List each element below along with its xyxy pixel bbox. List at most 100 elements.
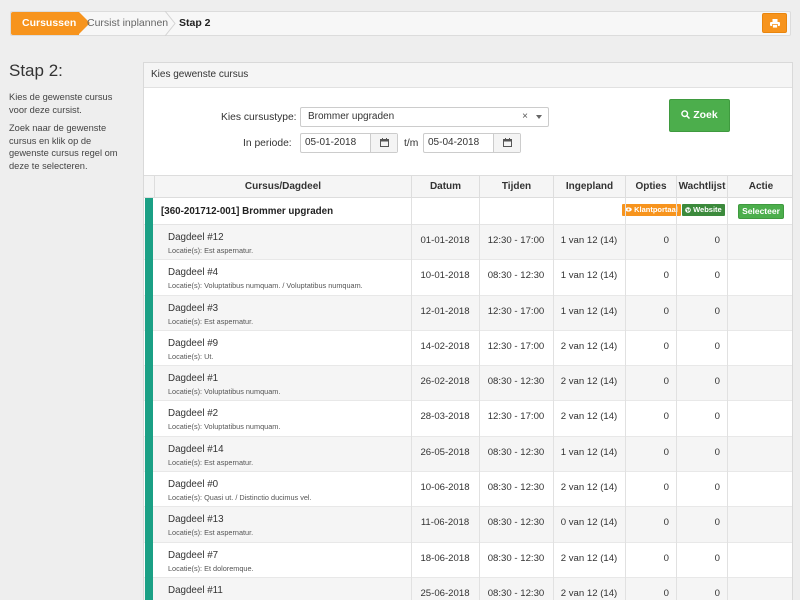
cell-date: 25-06-2018 — [420, 587, 470, 599]
cell-time: 12:30 - 17:00 — [487, 235, 545, 246]
header-ingepland: Ingepland — [553, 176, 625, 197]
breadcrumb: Cursussen Cursist inplannen Stap 2 — [10, 11, 791, 36]
panel-title: Kies gewenste cursus — [144, 63, 792, 88]
column-divider — [727, 198, 728, 600]
course-row[interactable]: [360-201712-001] Brommer upgraden Klantp… — [144, 198, 792, 225]
cell-time: 08:30 - 12:30 — [487, 517, 545, 529]
dagdeel-name: Dagdeel #0 — [168, 479, 219, 491]
dagdeel-name: Dagdeel #9 — [168, 337, 219, 349]
table-row[interactable]: Dagdeel #12 Locatie(s): Est aspernatur. 0 1… — [144, 225, 792, 261]
select-course-button[interactable]: Selecteer — [738, 204, 784, 219]
cell-time: 08:30 - 12:30 — [487, 270, 545, 282]
cell-planned: 2 van 12 (14) — [560, 587, 618, 599]
column-divider — [411, 198, 412, 600]
cell-date: 26-02-2018 — [420, 376, 470, 388]
cell-date: 14-02-2018 — [420, 340, 470, 352]
breadcrumb-cursussen[interactable]: Cursussen — [11, 12, 90, 35]
cell-planned: 2 van 12 (14) — [560, 552, 618, 564]
table-row[interactable]: Dagdeel #3 Locatie(s): Est aspernatur. 12-… — [144, 295, 792, 331]
calendar-icon — [503, 138, 512, 147]
dagdeel-location: Locatie(s): Est aspernatur. — [168, 316, 254, 326]
course-title: [360-201712-001] Brommer upgraden — [161, 206, 334, 217]
dagdeel-location: Locatie(s): Est aspernatur. — [168, 457, 254, 467]
clear-icon[interactable]: × — [522, 108, 528, 126]
dagdeel-location: Locatie(s): Quasi ut. / Distinctio ducim… — [168, 493, 312, 503]
cell-time: 08:30 - 12:30 — [487, 587, 545, 599]
cell-time: 08:30 - 12:30 — [487, 482, 545, 494]
calendar-icon — [380, 138, 389, 147]
cell-planned: 2 van 12 (14) — [560, 411, 618, 423]
table-row[interactable]: Dagdeel #9 Locatie(s): Ut. 14-02-2018 12:30… — [144, 330, 792, 367]
period-between-label: t/m — [404, 138, 419, 149]
cell-options: 0 — [663, 446, 669, 458]
cell-time: 08:30 - 12:30 — [487, 376, 545, 388]
cell-options: 0 — [663, 235, 669, 246]
search-button-label: Zoek — [693, 109, 718, 121]
breadcrumb-stap-2: Stap 2 — [179, 17, 211, 29]
header-actie: Actie — [727, 176, 794, 197]
cell-planned: 0 van 12 (14) — [560, 517, 618, 529]
globe-icon — [685, 206, 691, 213]
table-header: Cursus/Dagdeel Datum Tijden Ingepland Op… — [144, 176, 792, 198]
course-type-value: Brommer upgraden — [308, 111, 395, 122]
dagdeel-location: Locatie(s): Est aspernatur. — [168, 246, 254, 255]
period-label: In periode: — [243, 138, 292, 149]
breadcrumb-separator-icon — [164, 11, 176, 36]
badge-website: Website — [682, 204, 725, 216]
table-row[interactable]: Dagdeel #14 Locatie(s): Est aspernatur. 26… — [144, 436, 792, 473]
table-row[interactable]: Dagdeel #13 Locatie(s): Est aspernatur. 11… — [144, 507, 792, 543]
cell-options: 0 — [663, 305, 669, 317]
table-row[interactable]: Dagdeel #4 Locatie(s): Voluptatibus numqu… — [144, 260, 792, 296]
dagdeel-name: Dagdeel #4 — [168, 267, 219, 279]
badge-website-label: Website — [693, 205, 722, 214]
cell-planned: 1 van 12 (14) — [560, 446, 618, 458]
table-row[interactable]: Dagdeel #2 Locatie(s): Voluptatibus numqu… — [144, 401, 792, 437]
cell-options: 0 — [663, 552, 669, 564]
to-date-calendar-button[interactable] — [493, 134, 520, 152]
cell-options: 0 — [663, 340, 669, 352]
dagdeel-name: Dagdeel #12 — [168, 232, 224, 243]
cell-time: 08:30 - 12:30 — [487, 446, 545, 458]
cell-planned: 1 van 12 (14) — [560, 235, 618, 246]
eye-icon — [625, 207, 632, 212]
table-row[interactable]: Dagdeel #1 Locatie(s): Voluptatibus numqu… — [144, 366, 792, 402]
help-text-choose: Kies de gewenste cursus voor deze cursis… — [9, 92, 113, 115]
cell-waitlist: 0 — [714, 517, 720, 529]
badge-klantportaal: Klantportaal — [622, 204, 681, 216]
dagdeel-location: Locatie(s): Et doloremque. — [168, 563, 254, 573]
to-date-value: 05-04-2018 — [428, 137, 480, 148]
dagdeel-name: Dagdeel #2 — [168, 408, 219, 420]
cell-time: 12:30 - 17:00 — [487, 340, 545, 352]
chevron-down-icon[interactable] — [536, 115, 542, 119]
cell-waitlist: 0 — [714, 270, 720, 282]
cell-options: 0 — [663, 517, 669, 529]
column-divider — [676, 198, 677, 600]
print-button[interactable] — [762, 13, 787, 33]
table-row[interactable]: Dagdeel #7 Locatie(s): Et doloremque. 18-0… — [144, 542, 792, 578]
breadcrumb-cursist-inplannen[interactable]: Cursist inplannen — [87, 12, 168, 35]
dagdeel-name: Dagdeel #13 — [168, 514, 224, 526]
cell-waitlist: 0 — [714, 376, 720, 388]
dagdeel-list: Dagdeel #12 Locatie(s): Est aspernatur. 0 1… — [144, 225, 792, 600]
column-divider — [625, 198, 626, 600]
cell-time: 08:30 - 12:30 — [487, 552, 545, 564]
table-row[interactable]: Dagdeel #0 Locatie(s): Quasi ut. / Distin… — [144, 472, 792, 508]
cell-options: 0 — [663, 270, 669, 282]
cell-date: 10-06-2018 — [420, 482, 470, 494]
from-date-field[interactable]: 05-01-2018 — [300, 133, 398, 153]
to-date-field[interactable]: 05-04-2018 — [423, 133, 521, 153]
dagdeel-name: Dagdeel #3 — [168, 302, 219, 314]
dagdeel-name: Dagdeel #11 — [168, 584, 223, 596]
dagdeel-location: Locatie(s): Voluptatibus numquam. / Volu… — [168, 281, 363, 291]
search-icon — [681, 110, 691, 120]
cell-options: 0 — [663, 376, 669, 388]
from-date-calendar-button[interactable] — [370, 134, 397, 152]
column-divider — [479, 198, 480, 600]
print-icon — [770, 19, 780, 28]
cell-waitlist: 0 — [714, 235, 720, 246]
table-row[interactable]: Dagdeel #11Locatie(s): Distinctio ducimu… — [144, 577, 792, 600]
cell-options: 0 — [663, 587, 669, 599]
cell-waitlist: 0 — [714, 411, 720, 423]
search-button[interactable]: Zoek — [669, 99, 730, 132]
course-type-select[interactable]: Brommer upgraden × — [300, 107, 549, 127]
